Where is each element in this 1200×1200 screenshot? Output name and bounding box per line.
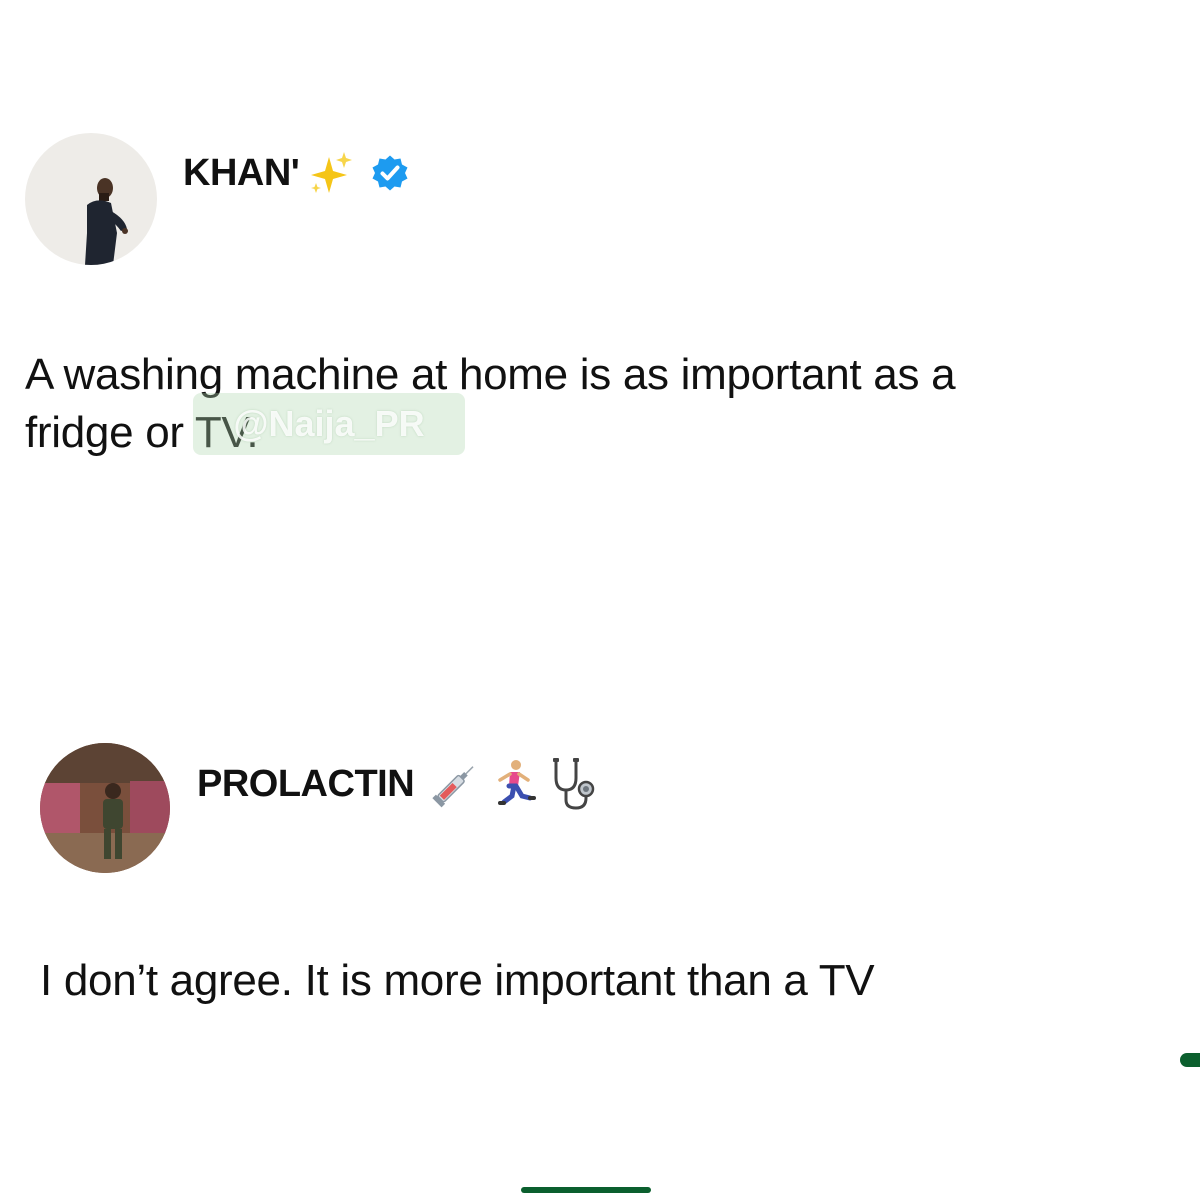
name-row: KHAN' <box>183 148 411 198</box>
syringe-icon <box>428 757 482 811</box>
display-name[interactable]: PROLACTIN <box>197 763 415 806</box>
stethoscope-icon <box>546 756 602 812</box>
avatar-khan[interactable] <box>25 133 157 265</box>
avatar-prolactin[interactable] <box>40 743 170 873</box>
edge-marker <box>1180 1053 1200 1067</box>
name-row: PROLACTIN <box>197 758 602 810</box>
home-indicator[interactable] <box>521 1187 651 1193</box>
verified-badge-icon[interactable] <box>369 152 411 194</box>
runner-icon <box>490 758 538 810</box>
display-name[interactable]: KHAN' <box>183 152 300 195</box>
watermark: @Naija_PR <box>193 393 465 455</box>
sparkles-icon <box>307 149 355 197</box>
tweet-text: I don’t agree. It is more important than… <box>40 956 875 1005</box>
